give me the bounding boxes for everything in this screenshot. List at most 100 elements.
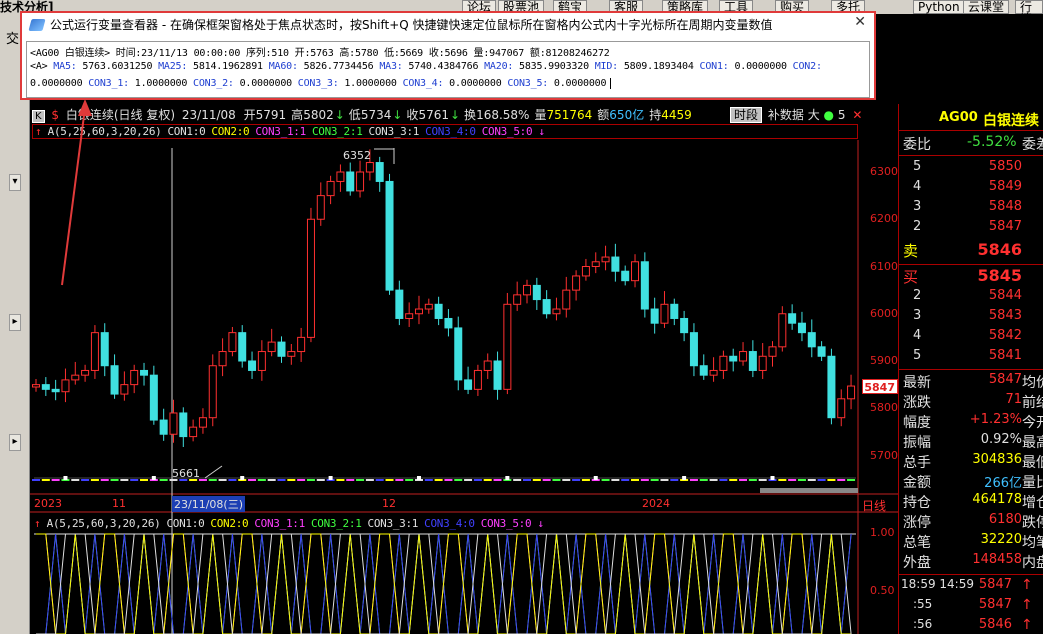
indicator-value: CON1:0 xyxy=(167,125,206,138)
signal-dot xyxy=(240,476,245,480)
left-strip-label: 交 xyxy=(6,32,20,47)
indicator-values-line: <A> MA5: 5763.6031250 MA25: 5814.1962891… xyxy=(30,61,822,72)
k-toggle-button[interactable]: K xyxy=(32,110,45,123)
instrument-name: 白银连续(日线 复权) xyxy=(65,108,176,122)
candle-body xyxy=(778,313,787,348)
sell1-row[interactable]: 卖 5846 xyxy=(899,240,1043,260)
order-book-row[interactable]: 2 5847 xyxy=(899,219,1043,239)
candle-body xyxy=(238,332,247,362)
candle-body xyxy=(61,379,70,393)
status-item: 额650亿 xyxy=(597,108,645,122)
settings-icon[interactable]: ● xyxy=(824,108,834,122)
status-item: 换168.58% xyxy=(464,108,530,122)
candle-body xyxy=(719,355,728,371)
buy1-row[interactable]: 买 5845 xyxy=(899,266,1043,286)
variable-name: MA5: xyxy=(53,61,77,72)
quote-stat-row: 金额266亿量比 xyxy=(903,475,1043,491)
status-item: 持4459 xyxy=(649,108,692,122)
rocket-icon xyxy=(28,19,46,31)
order-book-row[interactable]: 5 5850 xyxy=(899,159,1043,179)
current-price-tag: 5847 xyxy=(862,379,898,394)
left-tool-strip: 交 ▾ ▸ ▸ xyxy=(0,14,30,634)
candle-body xyxy=(297,336,306,353)
price-axis-tick: 6200 xyxy=(870,212,898,226)
candle-body xyxy=(680,317,689,334)
left-scroll-button[interactable]: ▾ xyxy=(9,174,21,191)
period-high-label: 6352 xyxy=(343,149,371,162)
variable-name: CON3_4: xyxy=(402,78,444,89)
indicator-value: CON3_3:1 xyxy=(367,517,419,530)
quote-code: AG00 xyxy=(939,110,978,125)
status-item: 开5791 xyxy=(243,108,287,122)
price-axis-tick: 5700 xyxy=(870,448,898,462)
indicator-value: CON3_4:0 xyxy=(424,517,475,530)
variable-name: CON3_1: xyxy=(88,78,129,89)
candle-body xyxy=(473,369,482,390)
candle-body xyxy=(41,384,50,390)
candle-body xyxy=(768,346,777,357)
fill-data-button[interactable]: 补数据 xyxy=(768,108,804,122)
sub-axis-tick: 0.50 xyxy=(870,584,895,597)
symbol-icon: $ xyxy=(51,108,60,122)
period-button[interactable]: 时段 xyxy=(730,107,763,123)
app-window: 技术分析] 论坛 股票池 鹤宝 客服 策略库 工具 购买 多托 Python 云课堂 行情 交 ▾ … xyxy=(0,0,1043,634)
indicator-value: CON2:0 xyxy=(211,125,250,138)
candle-body xyxy=(375,162,384,182)
candle-body xyxy=(277,341,286,357)
toolbar-button[interactable]: 云课堂 xyxy=(963,0,1010,14)
variable-viewer-dialog[interactable]: 公式运行变量查看器 - 在确保框架窗格处于焦点状态时，按Shift+Q 快捷键快… xyxy=(20,11,876,100)
tick-row: :55 5847 ↑ xyxy=(913,597,1033,613)
kline-chart-canvas[interactable] xyxy=(30,104,898,634)
candle-body xyxy=(601,256,610,263)
left-scroll-button[interactable]: ▸ xyxy=(9,434,21,451)
indicator-value: CON1:0 xyxy=(166,517,205,530)
candle-body xyxy=(100,332,109,367)
order-book-row[interactable]: 5 5841 xyxy=(899,348,1043,368)
toolbar-button[interactable]: Python xyxy=(913,0,965,14)
arrow-icon: ↓ xyxy=(334,108,345,122)
close-icon[interactable]: ✕ xyxy=(854,14,866,30)
candle-body xyxy=(748,351,757,371)
order-book-row[interactable]: 4 5842 xyxy=(899,328,1043,348)
candle-body xyxy=(709,369,718,376)
candle-body xyxy=(572,275,581,291)
variable-value: 5809.1893404 xyxy=(618,61,700,72)
signal-dot xyxy=(593,476,598,480)
left-scroll-button[interactable]: ▸ xyxy=(9,314,21,331)
candle-body xyxy=(130,369,139,386)
size-button[interactable]: 大 xyxy=(808,108,820,122)
candle-body xyxy=(306,218,315,338)
variable-name: MA25: xyxy=(158,61,188,72)
candle-body xyxy=(208,365,217,419)
indicator-value: CON3_1:1 xyxy=(255,125,306,138)
status-item: 收5761↓ xyxy=(406,108,461,122)
candle-body xyxy=(336,171,345,182)
toolbar-button[interactable]: 行情 xyxy=(1015,0,1043,25)
candle-body xyxy=(444,317,453,329)
close-icon[interactable]: ✕ xyxy=(852,108,862,122)
candle-body xyxy=(248,360,257,371)
indicator-value: CON3_1:1 xyxy=(254,517,305,530)
main-indicator-legend: ↑ A(5,25,60,3,20,26) CON1:0 CON2:0 CON3_1:1… xyxy=(32,124,858,139)
time-axis-label: 12 xyxy=(382,497,396,510)
quote-panel: AG00 白银连续 委比 -5.52% 委差 55850458493584825… xyxy=(898,104,1043,634)
variable-output-box[interactable]: <AG00 白银连续> 时间:23/11/13 00:00:00 序列:510 … xyxy=(26,41,870,98)
order-book-row[interactable]: 2 5844 xyxy=(899,288,1043,308)
candle-body xyxy=(267,341,276,353)
candle-body xyxy=(198,417,207,428)
bar-info-line: <AG00 白银连续> 时间:23/11/13 00:00:00 序列:510 … xyxy=(30,48,610,59)
variable-value: 5740.4384766 xyxy=(402,61,485,72)
order-book-row[interactable]: 3 5848 xyxy=(899,199,1043,219)
variable-name: CON3_5: xyxy=(507,78,549,89)
candle-body xyxy=(788,313,797,324)
candle-body xyxy=(699,365,708,376)
period-label: 日线 xyxy=(862,499,887,513)
order-book-row[interactable]: 4 5849 xyxy=(899,179,1043,199)
up-arrow-icon: ↑ xyxy=(1021,597,1033,613)
indicator-value: CON3_3:1 xyxy=(368,125,420,138)
kline-chart-panel[interactable]: K $ 白银连续(日线 复权) 23/11/08 开5791 高5802↓ 低573… xyxy=(30,104,898,634)
candle-body xyxy=(689,332,698,367)
status-item: 低5734↓ xyxy=(348,108,403,122)
variable-name: CON2: xyxy=(792,61,822,72)
order-book-row[interactable]: 3 5843 xyxy=(899,308,1043,328)
